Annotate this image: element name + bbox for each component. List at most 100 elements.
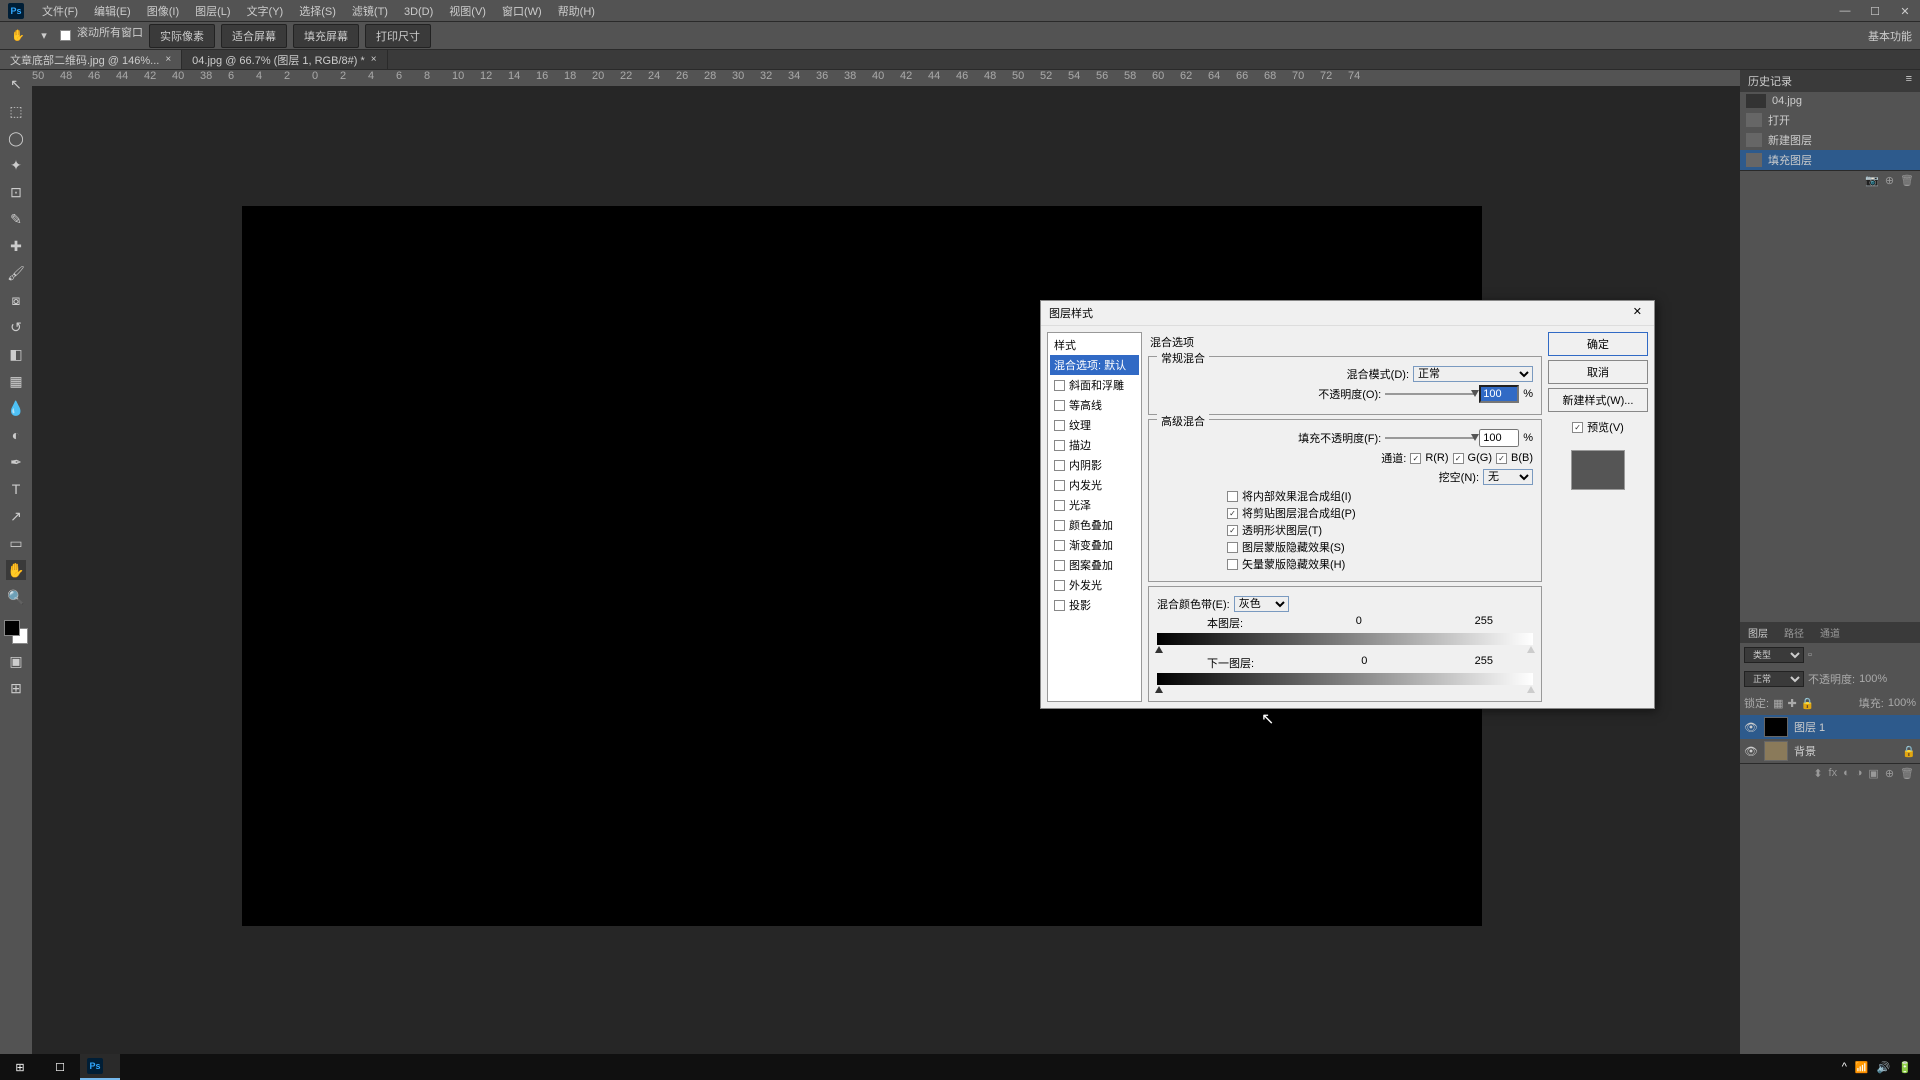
menu-item[interactable]: 图层(L): [187, 3, 238, 21]
style-checkbox[interactable]: [1054, 380, 1065, 391]
preview-checkbox[interactable]: ✓: [1572, 422, 1583, 433]
option-button[interactable]: 打印尺寸: [365, 24, 431, 48]
style-checkbox[interactable]: [1054, 480, 1065, 491]
style-checkbox[interactable]: [1054, 540, 1065, 551]
menu-item[interactable]: 窗口(W): [494, 3, 550, 21]
document-tab[interactable]: 文章底部二维码.jpg @ 146%...×: [0, 50, 182, 69]
menu-item[interactable]: 选择(S): [291, 3, 344, 21]
history-brush-icon[interactable]: ↺: [6, 317, 26, 337]
option-button[interactable]: 填充屏幕: [293, 24, 359, 48]
taskview-icon[interactable]: ☐: [40, 1054, 80, 1080]
panel-tab[interactable]: 路径: [1776, 622, 1812, 643]
eyedropper-tool-icon[interactable]: ✎: [6, 209, 26, 229]
history-item[interactable]: 新建图层: [1740, 130, 1920, 150]
start-button[interactable]: ⊞: [0, 1054, 40, 1080]
delete-layer-icon[interactable]: 🗑: [1900, 767, 1914, 780]
quickmask-icon[interactable]: ▣: [6, 651, 26, 671]
style-list-item[interactable]: 图案叠加: [1050, 555, 1139, 575]
style-checkbox[interactable]: [1054, 520, 1065, 531]
style-list-item[interactable]: 内发光: [1050, 475, 1139, 495]
fill-value[interactable]: 100%: [1888, 697, 1916, 709]
screen-mode-icon[interactable]: ⊞: [6, 678, 26, 698]
network-icon[interactable]: 📶: [1855, 1061, 1869, 1074]
menu-item[interactable]: 文字(Y): [239, 3, 292, 21]
trash-icon[interactable]: 🗑: [1900, 174, 1914, 187]
layer-name[interactable]: 背景: [1794, 743, 1816, 759]
group-icon[interactable]: ▣: [1868, 767, 1878, 780]
style-checkbox[interactable]: [1054, 580, 1065, 591]
menu-item[interactable]: 3D(D): [396, 3, 441, 21]
under-layer-gradient[interactable]: [1157, 673, 1533, 685]
dialog-titlebar[interactable]: 图层样式 ✕: [1041, 301, 1654, 326]
tray-up-icon[interactable]: ^: [1842, 1061, 1847, 1073]
stamp-tool-icon[interactable]: ⧇: [6, 290, 26, 310]
blend-mode-select[interactable]: 正常: [1744, 671, 1804, 687]
minimize-button[interactable]: —: [1830, 0, 1860, 22]
option-button[interactable]: 实际像素: [149, 24, 215, 48]
menu-item[interactable]: 视图(V): [441, 3, 494, 21]
adv-checkbox[interactable]: ✓: [1227, 508, 1238, 519]
style-list-item[interactable]: 投影: [1050, 595, 1139, 615]
history-item[interactable]: 打开: [1740, 110, 1920, 130]
style-list-item[interactable]: 纹理: [1050, 415, 1139, 435]
tab-close-icon[interactable]: ×: [165, 54, 171, 65]
foreground-swatch[interactable]: [4, 620, 20, 636]
menu-item[interactable]: 图像(I): [139, 3, 187, 21]
channel-b-checkbox[interactable]: ✓: [1496, 453, 1507, 464]
option-button[interactable]: 适合屏幕: [221, 24, 287, 48]
style-checkbox[interactable]: [1054, 560, 1065, 571]
new-layer-icon[interactable]: ⊕: [1885, 767, 1894, 780]
adv-checkbox[interactable]: [1227, 491, 1238, 502]
fx-icon[interactable]: fx: [1829, 767, 1838, 780]
style-checkbox[interactable]: [1054, 500, 1065, 511]
adv-checkbox[interactable]: ✓: [1227, 525, 1238, 536]
battery-icon[interactable]: 🔋: [1898, 1061, 1912, 1074]
snapshot-icon[interactable]: 📷: [1865, 174, 1879, 187]
layer-row[interactable]: 👁图层 1: [1740, 715, 1920, 739]
layer-row[interactable]: 👁背景🔒: [1740, 739, 1920, 763]
dodge-tool-icon[interactable]: ◐: [6, 425, 26, 445]
styles-header[interactable]: 样式: [1050, 335, 1139, 355]
style-list-item[interactable]: 光泽: [1050, 495, 1139, 515]
style-list-item[interactable]: 渐变叠加: [1050, 535, 1139, 555]
style-checkbox[interactable]: [1054, 400, 1065, 411]
adv-checkbox[interactable]: [1227, 542, 1238, 553]
style-checkbox[interactable]: [1054, 600, 1065, 611]
option-button[interactable]: 滚动所有窗口: [77, 24, 143, 48]
lock-pixels-icon[interactable]: ▦: [1773, 697, 1783, 710]
hand-tool-icon[interactable]: ✋: [8, 26, 28, 46]
path-tool-icon[interactable]: ↗: [6, 506, 26, 526]
lock-all-icon[interactable]: 🔒: [1801, 697, 1815, 710]
dropdown-icon[interactable]: ▾: [34, 26, 54, 46]
close-button[interactable]: ✕: [1890, 0, 1920, 22]
scroll-all-checkbox[interactable]: [60, 30, 71, 41]
hand-tool-icon[interactable]: ✋: [6, 560, 26, 580]
adv-checkbox[interactable]: [1227, 559, 1238, 570]
fill-opacity-slider[interactable]: [1385, 437, 1475, 439]
opacity-input[interactable]: [1479, 385, 1519, 403]
eraser-tool-icon[interactable]: ◧: [6, 344, 26, 364]
tab-close-icon[interactable]: ×: [371, 54, 377, 65]
new-state-icon[interactable]: ⊕: [1885, 174, 1894, 187]
new-style-button[interactable]: 新建样式(W)...: [1548, 388, 1648, 412]
cancel-button[interactable]: 取消: [1548, 360, 1648, 384]
style-list-item[interactable]: 颜色叠加: [1050, 515, 1139, 535]
opacity-slider[interactable]: [1385, 393, 1475, 395]
dialog-close-button[interactable]: ✕: [1629, 305, 1646, 321]
adjustment-icon[interactable]: ◑: [1856, 767, 1863, 780]
gradient-tool-icon[interactable]: ▦: [6, 371, 26, 391]
visibility-icon[interactable]: 👁: [1744, 745, 1758, 758]
menu-item[interactable]: 编辑(E): [86, 3, 139, 21]
history-item[interactable]: 填充图层: [1740, 150, 1920, 170]
mask-icon[interactable]: ◐: [1843, 767, 1850, 780]
volume-icon[interactable]: 🔊: [1877, 1061, 1891, 1074]
move-tool-icon[interactable]: ↖: [6, 74, 26, 94]
wand-tool-icon[interactable]: ✦: [6, 155, 26, 175]
panel-tab[interactable]: 图层: [1740, 622, 1776, 643]
type-tool-icon[interactable]: T: [6, 479, 26, 499]
visibility-icon[interactable]: 👁: [1744, 721, 1758, 734]
link-icon[interactable]: ⬍: [1813, 767, 1822, 780]
style-list-item[interactable]: 外发光: [1050, 575, 1139, 595]
layer-filter-select[interactable]: 类型: [1744, 647, 1804, 663]
blendif-select[interactable]: 灰色: [1234, 596, 1289, 612]
